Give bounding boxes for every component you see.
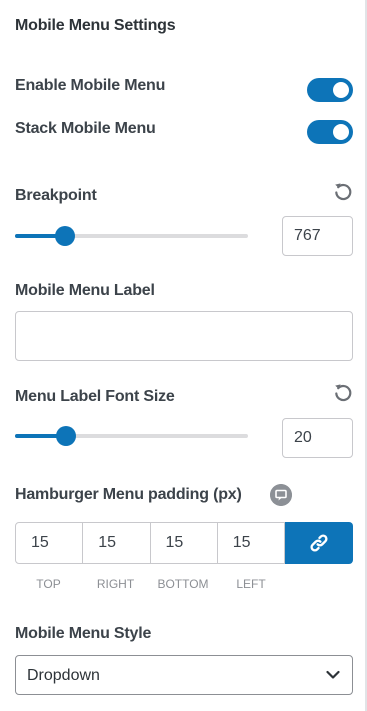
enable-mobile-menu-label: Enable Mobile Menu	[15, 77, 166, 94]
breakpoint-input[interactable]: 767	[282, 216, 353, 256]
reset-icon[interactable]	[333, 181, 353, 201]
font-size-input[interactable]: 20	[282, 418, 353, 458]
mobile-menu-label-heading: Mobile Menu Label	[15, 282, 155, 299]
select-value: Dropdown	[27, 667, 100, 684]
padding-left-input[interactable]: 15	[218, 523, 284, 563]
padding-left-caption: LEFT	[236, 577, 266, 591]
breakpoint-label: Breakpoint	[15, 187, 97, 204]
breakpoint-slider-thumb[interactable]	[55, 226, 75, 246]
hamburger-padding-label: Hamburger Menu padding (px)	[15, 486, 242, 503]
reset-icon[interactable]	[333, 382, 353, 402]
font-size-slider-track[interactable]	[15, 434, 248, 438]
padding-right-caption: RIGHT	[96, 577, 135, 591]
mobile-menu-style-select[interactable]: Dropdown	[15, 655, 353, 695]
toggle-knob	[333, 124, 349, 140]
padding-top-caption: TOP	[36, 577, 61, 591]
menu-label-font-size-label: Menu Label Font Size	[15, 388, 175, 405]
padding-inputs: 15 15 15 15	[15, 522, 285, 564]
padding-right-input[interactable]: 15	[83, 523, 151, 563]
padding-bottom-caption: BOTTOM	[157, 577, 209, 591]
padding-top-input[interactable]: 15	[16, 523, 84, 563]
stack-mobile-menu-toggle[interactable]	[307, 120, 353, 144]
mobile-menu-style-label: Mobile Menu Style	[15, 625, 152, 642]
stack-mobile-menu-label: Stack Mobile Menu	[15, 120, 156, 137]
link-icon	[310, 534, 328, 552]
toggle-knob	[333, 82, 349, 98]
link-values-button[interactable]	[285, 522, 353, 564]
breakpoint-slider-track[interactable]	[15, 234, 248, 238]
chevron-down-icon	[326, 670, 340, 679]
info-icon[interactable]	[270, 484, 292, 506]
section-title: Mobile Menu Settings	[15, 17, 176, 34]
mobile-menu-label-input[interactable]	[15, 311, 353, 361]
padding-bottom-input[interactable]: 15	[151, 523, 218, 563]
enable-mobile-menu-toggle[interactable]	[307, 78, 353, 102]
font-size-slider-thumb[interactable]	[56, 426, 76, 446]
